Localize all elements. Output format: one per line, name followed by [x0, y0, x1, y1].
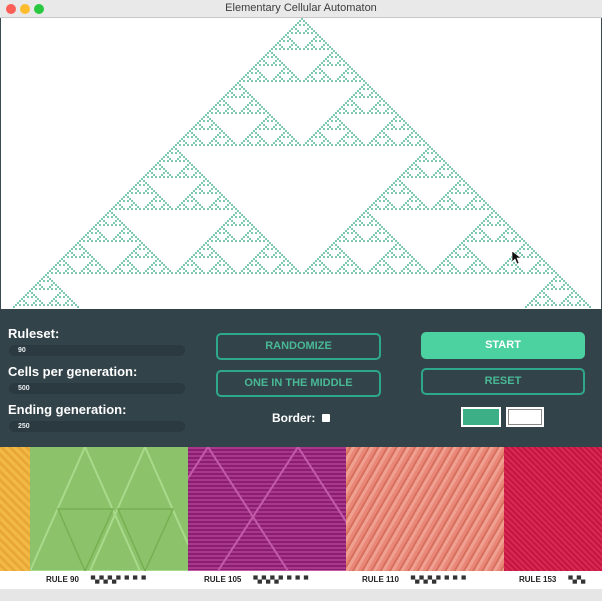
- gallery-tile-rule-110[interactable]: [346, 447, 504, 571]
- caption-rule-110: RULE 110: [362, 575, 399, 584]
- bottom-strip: [0, 589, 602, 601]
- gallery-tile-rule-90[interactable]: [28, 447, 202, 571]
- gallery-caption: RULE 153 ▀▄▀▄: [519, 575, 585, 584]
- ruleset-label: Ruleset:: [8, 326, 60, 341]
- rule-90-icon: ▀▄▀▄▀▄▀ ▀ ▀ ▀: [90, 576, 146, 584]
- window-title: Elementary Cellular Automaton: [225, 2, 377, 14]
- background-color-swatch[interactable]: [506, 407, 544, 427]
- gallery-caption: RULE 110 ▀▄▀▄▀▄▀ ▀ ▀ ▀: [362, 575, 466, 584]
- one-in-the-middle-button[interactable]: ONE IN THE MIDDLE: [216, 370, 381, 397]
- gallery-tile-rule-153[interactable]: [504, 447, 602, 571]
- border-checkbox[interactable]: [322, 414, 330, 422]
- randomize-button[interactable]: RANDOMIZE: [216, 333, 381, 360]
- gallery-tile-partial: [0, 447, 30, 571]
- ruleset-input[interactable]: 90: [9, 345, 185, 356]
- sierpinski-pattern: [13, 18, 591, 308]
- ending-generation-label: Ending generation:: [8, 402, 127, 417]
- caption-rule-153: RULE 153: [519, 575, 557, 584]
- rule-90-pattern: [28, 447, 202, 571]
- caption-rule-105: RULE 105: [204, 575, 242, 584]
- rule-gallery: [0, 447, 602, 571]
- gallery-caption: RULE 105 ▀▄▀▄▀▄▀ ▀ ▀ ▀: [204, 575, 308, 584]
- cell-color-swatch[interactable]: [461, 407, 501, 427]
- rule-105-pattern: [126, 447, 380, 571]
- cells-per-generation-input[interactable]: 500: [9, 383, 185, 394]
- cells-per-generation-label: Cells per generation:: [8, 364, 138, 379]
- gallery-caption: RULE 90 ▀▄▀▄▀▄▀ ▀ ▀ ▀: [46, 575, 146, 584]
- caption-rule-90: RULE 90: [46, 575, 79, 584]
- ending-generation-input[interactable]: 250: [9, 421, 185, 432]
- reset-button[interactable]: RESET: [421, 368, 585, 395]
- border-label: Border:: [272, 411, 316, 425]
- rule-153-icon: ▀▄▀▄: [568, 576, 586, 584]
- window-titlebar: Elementary Cellular Automaton: [0, 0, 602, 18]
- automaton-canvas[interactable]: [1, 18, 601, 309]
- gallery-tile-rule-105[interactable]: [126, 447, 380, 571]
- rule-110-icon: ▀▄▀▄▀▄▀ ▀ ▀ ▀: [410, 576, 466, 584]
- start-button[interactable]: START: [421, 332, 585, 359]
- rule-105-icon: ▀▄▀▄▀▄▀ ▀ ▀ ▀: [253, 576, 309, 584]
